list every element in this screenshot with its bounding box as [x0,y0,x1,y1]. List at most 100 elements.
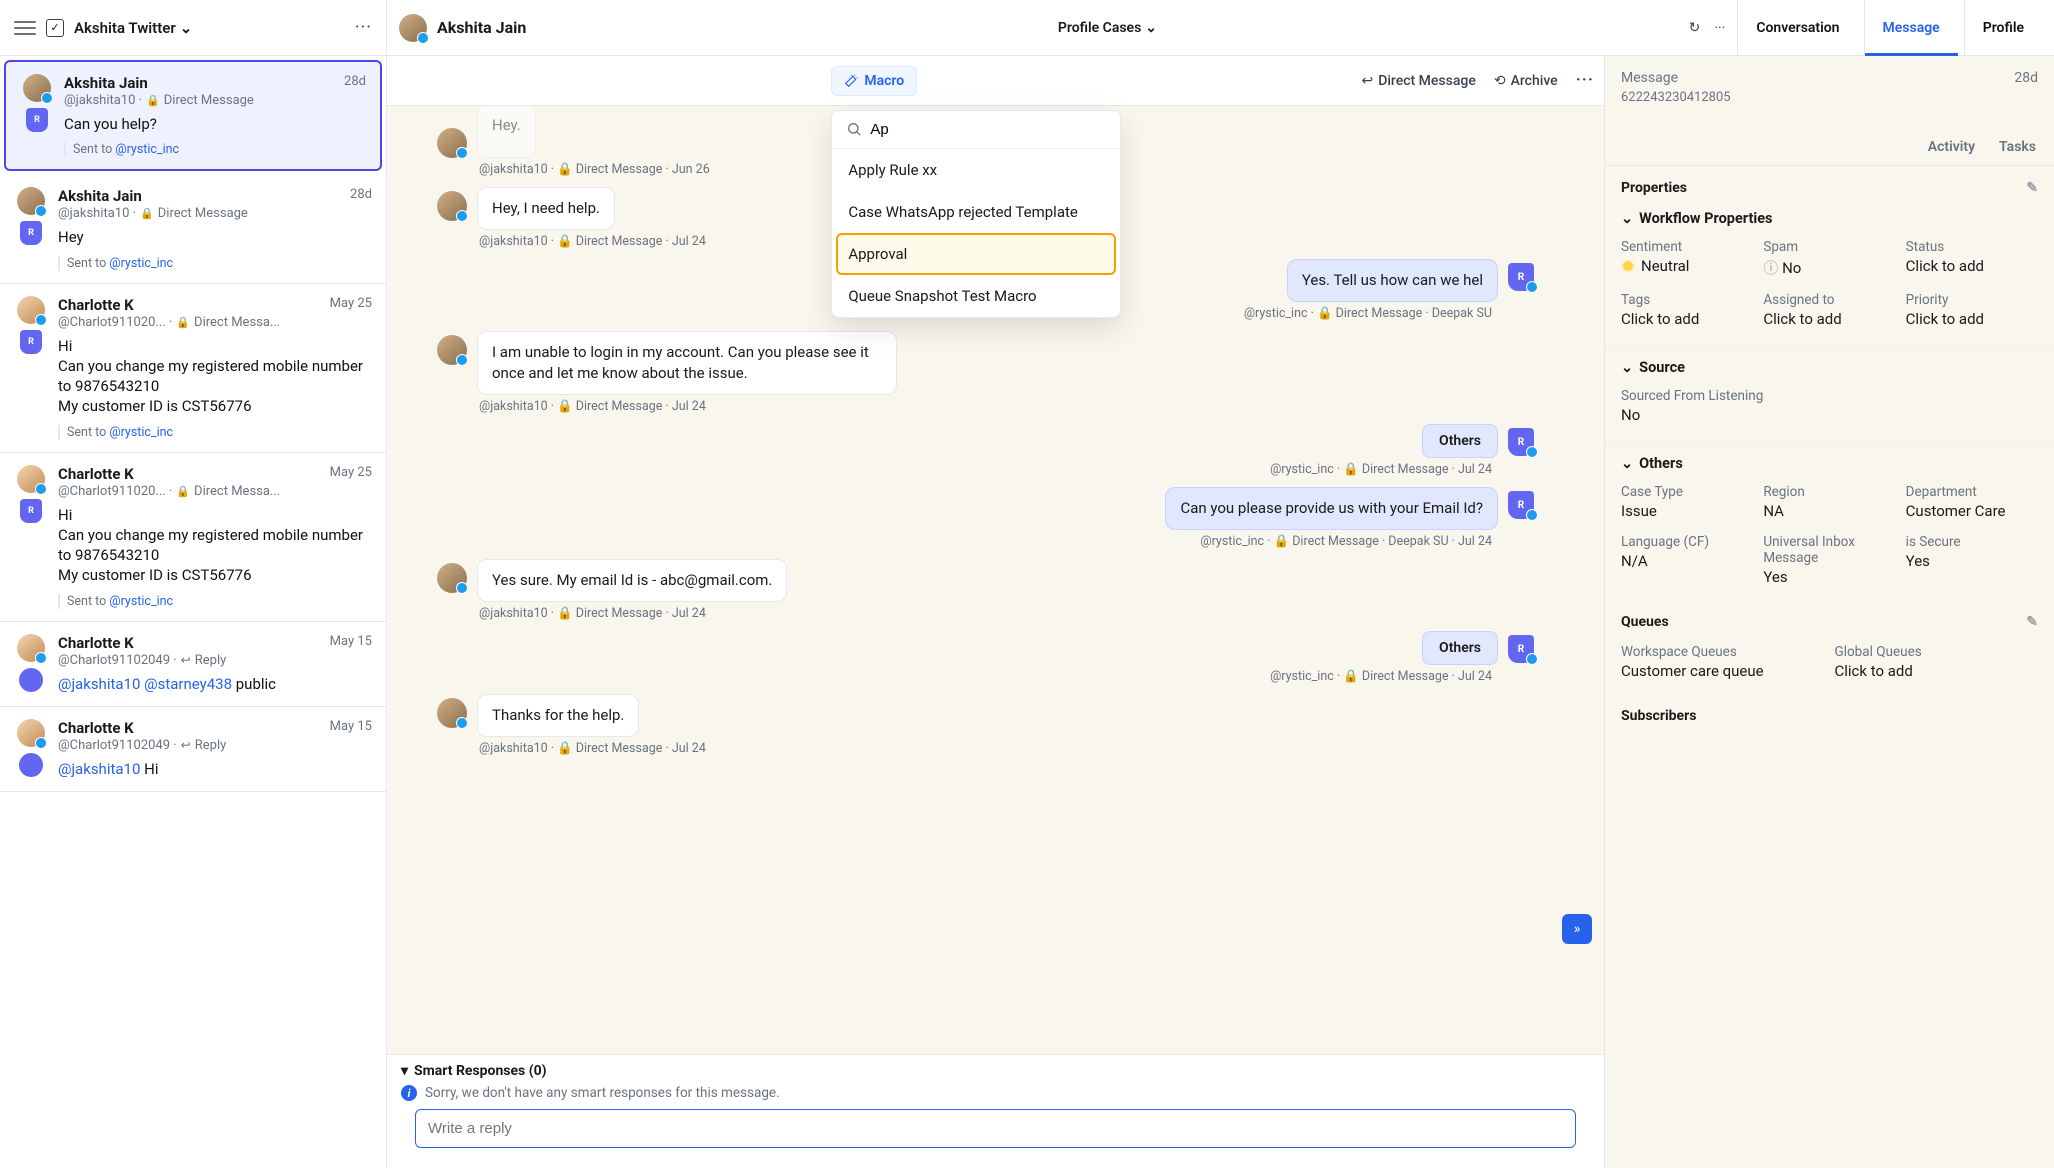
sent-to: Sent to @rystic_inc [58,594,372,609]
property-field[interactable]: Spamⓘ No [1763,239,1895,278]
case-text: Hi Can you change my registered mobile n… [58,505,372,586]
message-row: Others R [437,631,1534,665]
case-item[interactable]: RAkshita Jain28d@jakshita10 · 🔒 Direct M… [4,60,382,171]
field-value: Click to add [1763,310,1895,328]
shield-icon: R [1508,491,1534,519]
secondary-avatar [19,668,43,692]
case-meta: @Charlot91102049 · ↩ Reply [58,738,372,753]
direct-message-button[interactable]: ↩ Direct Message [1361,73,1475,89]
case-item[interactable]: RCharlotte KMay 25@Charlot911020... · 🔒 … [0,284,386,453]
select-all-checkbox[interactable]: ✓ [46,19,64,37]
field-label: Sourced From Listening [1621,388,2038,404]
shield-icon: R [20,221,42,245]
case-name: Akshita Jain [58,187,142,205]
message-meta: @rystic_inc · 🔒 Direct Message · Jul 24 [437,462,1492,477]
workspace-dropdown[interactable]: Akshita Twitter ⌄ [74,19,192,37]
tab-conversation[interactable]: Conversation [1737,0,1857,56]
field-label: Case Type [1621,484,1753,500]
case-text: Hey [58,227,372,247]
macro-search-input[interactable] [870,121,1106,138]
menu-icon[interactable] [14,21,36,35]
others-toggle[interactable]: ⌄ Others [1605,447,2054,476]
shield-icon: R [20,330,42,354]
case-item[interactable]: Charlotte KMay 15@Charlot91102049 · ↩ Re… [0,707,386,792]
case-text: Hi Can you change my registered mobile n… [58,336,372,417]
workflow-properties-toggle[interactable]: ⌄ Workflow Properties [1605,202,2054,231]
more-icon[interactable]: ··· [1576,70,1594,91]
info-icon: i [401,1085,417,1101]
field-label: Universal Inbox Message [1763,534,1895,566]
avatar [437,191,467,221]
avatar [437,335,467,365]
more-icon[interactable]: ··· [1714,20,1725,36]
property-field[interactable]: TagsClick to add [1621,292,1753,328]
property-field[interactable]: Assigned toClick to add [1763,292,1895,328]
avatar [437,128,467,158]
refresh-icon[interactable]: ↻ [1689,20,1701,36]
macro-item[interactable]: Apply Rule xx [832,149,1120,191]
property-field[interactable]: Language (CF)N/A [1621,534,1753,586]
avatar [17,187,45,215]
smart-responses-empty: Sorry, we don't have any smart responses… [425,1085,780,1101]
field-label: Department [1906,484,2038,500]
message-meta: @rystic_inc · 🔒 Direct Message · Jul 24 [437,669,1492,684]
property-field[interactable]: DepartmentCustomer Care [1906,484,2038,520]
case-text: Can you help? [64,114,366,134]
message-bubble: I am unable to login in my account. Can … [477,331,897,395]
message-meta: @jakshita10 · 🔒 Direct Message · Jul 24 [479,399,1534,414]
field-label: Language (CF) [1621,534,1753,550]
source-toggle[interactable]: ⌄ Source [1605,351,2054,380]
caret-down-icon: ▾ [401,1063,408,1079]
properties-title: Properties [1621,180,1687,196]
macro-item[interactable]: Approval [838,235,1114,273]
message-bubble: Can you please provide us with your Emai… [1165,487,1498,530]
property-field[interactable]: is SecureYes [1906,534,2038,586]
case-meta: @jakshita10 · 🔒 Direct Message [58,206,372,221]
tab-profile[interactable]: Profile [1964,0,2042,56]
message-bubble: Hey. [477,106,536,158]
property-field[interactable]: SentimentNeutral [1621,239,1753,278]
macro-item[interactable]: Queue Snapshot Test Macro [832,275,1120,317]
property-field[interactable]: RegionNA [1763,484,1895,520]
message-bubble: Yes. Tell us how can we hel [1287,259,1498,302]
profile-cases-dropdown[interactable]: Profile Cases ⌄ [1058,20,1157,36]
case-item[interactable]: RCharlotte KMay 25@Charlot911020... · 🔒 … [0,453,386,622]
field-label: Priority [1906,292,2038,308]
property-field[interactable]: Universal Inbox MessageYes [1763,534,1895,586]
case-name: Charlotte K [58,296,134,314]
shield-icon: R [1508,635,1534,663]
more-icon[interactable]: ··· [355,17,372,38]
message-meta: @jakshita10 · 🔒 Direct Message · Jul 24 [479,741,1534,756]
macro-item[interactable]: Case WhatsApp rejected Template [832,191,1120,233]
reply-input[interactable] [415,1109,1576,1148]
tab-message[interactable]: Message [1864,0,1958,56]
property-field[interactable]: Case TypeIssue [1621,484,1753,520]
message-bubble: Thanks for the help. [477,694,639,737]
shield-icon: R [1508,263,1534,291]
property-field[interactable]: Workspace QueuesCustomer care queue [1621,644,1825,680]
tab-activity[interactable]: Activity [1926,129,1977,165]
property-field[interactable]: Global QueuesClick to add [1835,644,2039,680]
case-date: 28d [344,74,366,92]
archive-button[interactable]: ⟲ Archive [1494,73,1558,89]
field-value: Click to add [1621,310,1753,328]
edit-icon[interactable]: ✎ [2026,614,2038,630]
macro-button[interactable]: Macro [831,66,917,96]
sent-to: Sent to @rystic_inc [64,142,366,157]
edit-icon[interactable]: ✎ [2026,180,2038,196]
case-item[interactable]: Charlotte KMay 15@Charlot91102049 · ↩ Re… [0,622,386,707]
property-field[interactable]: PriorityClick to add [1906,292,2038,328]
smart-responses-toggle[interactable]: ▾ Smart Responses (0) [401,1063,1590,1079]
tag-bubble: Others [1422,631,1498,665]
chevron-down-icon: ⌄ [1621,359,1633,376]
scroll-down-button[interactable]: » [1562,914,1592,944]
field-label: Global Queues [1835,644,2039,660]
case-item[interactable]: RAkshita Jain28d@jakshita10 · 🔒 Direct M… [0,175,386,283]
field-label: Status [1906,239,2038,255]
tab-tasks[interactable]: Tasks [1997,129,2038,165]
property-field[interactable]: StatusClick to add [1906,239,2038,278]
property-field[interactable]: Sourced From ListeningNo [1621,388,2038,424]
field-value: Yes [1906,552,2038,570]
chevron-down-icon: ⌄ [1145,20,1157,36]
reply-arrow-icon: ↩ [1361,73,1373,89]
